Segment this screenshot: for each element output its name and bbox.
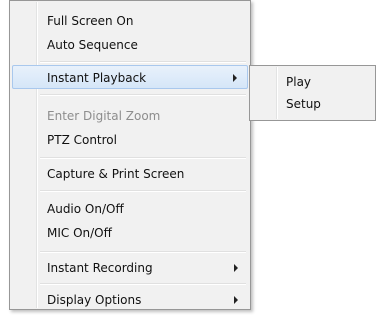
menu-item-auto-sequence[interactable]: Auto Sequence — [12, 33, 248, 57]
submenu-item-label: Play — [286, 75, 312, 89]
menu-separator — [40, 283, 246, 285]
menu-item-label: Auto Sequence — [47, 38, 138, 52]
menu-separator — [40, 157, 246, 159]
submenu-arrow-icon — [234, 296, 238, 304]
menu-item-label: PTZ Control — [47, 133, 117, 147]
submenu-item-setup[interactable]: Setup — [252, 93, 373, 115]
menu-item-full-screen-on[interactable]: Full Screen On — [12, 9, 248, 33]
menu-item-instant-playback[interactable]: Instant Playback — [12, 65, 248, 89]
menu-separator — [40, 61, 246, 63]
menu-item-label: MIC On/Off — [47, 226, 112, 240]
submenu-item-play[interactable]: Play — [252, 71, 373, 93]
submenu-arrow-icon — [233, 74, 237, 82]
menu-item-label: Audio On/Off — [47, 202, 124, 216]
menu-item-label: Capture & Print Screen — [47, 167, 185, 181]
menu-separator — [40, 94, 246, 96]
menu-item-capture-print-screen[interactable]: Capture & Print Screen — [12, 162, 248, 186]
menu-item-audio-on-off[interactable]: Audio On/Off — [12, 197, 248, 221]
context-menu: Full Screen On Auto Sequence Instant Pla… — [9, 0, 251, 310]
submenu-arrow-icon — [234, 264, 238, 272]
menu-item-ptz-control[interactable]: PTZ Control — [12, 128, 248, 152]
menu-item-instant-recording[interactable]: Instant Recording — [12, 256, 248, 280]
menu-item-label: Full Screen On — [47, 14, 134, 28]
menu-item-label: Display Options — [47, 293, 142, 307]
menu-separator — [40, 190, 246, 192]
menu-item-display-options[interactable]: Display Options — [12, 288, 248, 312]
menu-item-label: Instant Recording — [47, 261, 153, 275]
menu-item-mic-on-off[interactable]: MIC On/Off — [12, 221, 248, 245]
menu-item-label: Instant Playback — [47, 71, 147, 85]
instant-playback-submenu: Play Setup — [249, 65, 376, 121]
menu-item-enter-digital-zoom: Enter Digital Zoom — [12, 104, 248, 128]
menu-separator — [40, 251, 246, 253]
menu-item-label: Enter Digital Zoom — [47, 109, 161, 123]
submenu-item-label: Setup — [286, 97, 321, 111]
